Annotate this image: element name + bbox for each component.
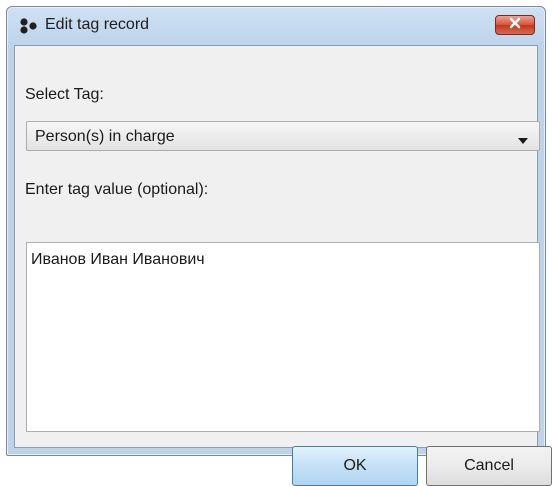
close-icon xyxy=(508,16,522,34)
tag-select-value: Person(s) in charge xyxy=(35,128,175,145)
title-bar[interactable]: Edit tag record xyxy=(7,7,545,45)
select-tag-label: Select Tag: xyxy=(25,86,104,103)
tag-value-label: Enter tag value (optional): xyxy=(25,181,209,198)
tags-icon xyxy=(19,17,39,35)
cancel-button[interactable]: Cancel xyxy=(426,446,552,486)
window-title: Edit tag record xyxy=(45,16,150,33)
chevron-down-icon xyxy=(517,132,529,150)
dialog-body: Select Tag: Person(s) in charge Enter ta… xyxy=(14,45,552,486)
edit-tag-dialog: Edit tag record Select Tag: Person(s) in… xyxy=(6,6,552,486)
tag-value-text: Иванов Иван Иванович xyxy=(31,251,205,268)
tag-value-input[interactable]: Иванов Иван Иванович xyxy=(26,242,540,432)
ok-button[interactable]: OK xyxy=(292,446,418,486)
tag-select[interactable]: Person(s) in charge xyxy=(26,121,540,151)
close-button[interactable] xyxy=(495,15,535,35)
